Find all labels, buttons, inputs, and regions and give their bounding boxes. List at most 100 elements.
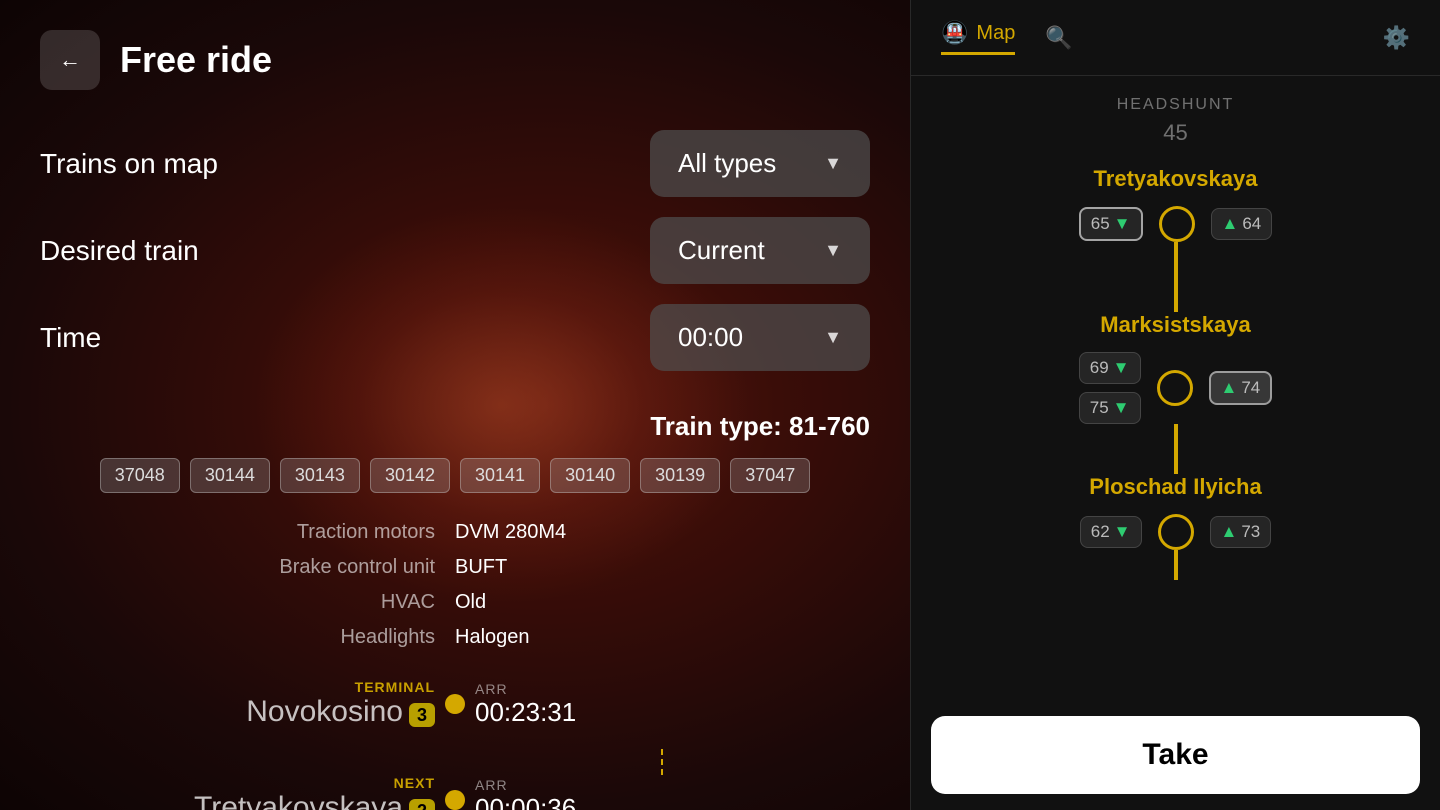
track-segment-3 [911, 550, 1440, 580]
train-74-num: 74 [1241, 378, 1260, 398]
map-icon: 🚇 [941, 20, 968, 46]
train-64-indicator[interactable]: ▲ 64 [1211, 208, 1273, 240]
schedule-item: TERMINAL Novokosino3 ARR 00:23:31 [40, 679, 870, 729]
back-button[interactable]: ← [40, 30, 100, 90]
train-75-num: 75 [1090, 398, 1109, 418]
schedule-type-label: TERMINAL [40, 679, 435, 695]
gear-icon: ⚙️ [1383, 25, 1410, 50]
schedule-station-name: Novokosino3 [40, 695, 435, 729]
station-tretyakovskaya-area: Tretyakovskaya 65 ▼ ▲ 64 [911, 166, 1440, 242]
spec-label: HVAC [120, 591, 455, 614]
schedule-meta: TERMINAL Novokosino3 [40, 679, 435, 729]
take-button-area: Take [911, 700, 1440, 810]
time-row: Time 00:00 ▼ [40, 304, 870, 371]
arrow-up-icon: ▲ [1221, 522, 1238, 542]
arrow-up-icon: ▲ [1222, 214, 1239, 234]
trains-on-map-value: All types [678, 148, 776, 179]
search-button[interactable]: 🔍 [1045, 25, 1072, 51]
train-65-indicator[interactable]: 65 ▼ [1079, 207, 1143, 241]
desired-train-dropdown[interactable]: Current ▼ [650, 217, 870, 284]
tab-map[interactable]: 🚇 Map [941, 20, 1015, 55]
headshunt-num: 45 [911, 120, 1440, 146]
schedule-station-name: Tretyakovskaya2 [40, 791, 435, 810]
right-panel: 🚇 Map 🔍 ⚙️ HEADSHUNT 45 Tretyakovskaya 6… [910, 0, 1440, 810]
station-marksistskaya-name: Marksistskaya [1100, 312, 1250, 338]
take-button[interactable]: Take [931, 716, 1420, 794]
station-marksistskaya-area: Marksistskaya 69 ▼ 75 ▼ ▲ 74 [911, 312, 1440, 424]
car-badge: 30142 [370, 458, 450, 493]
station-marksistskaya-circle [1157, 370, 1193, 406]
station-badge: 3 [409, 703, 435, 727]
desired-train-row: Desired train Current ▼ [40, 217, 870, 284]
train-75-indicator[interactable]: 75 ▼ [1079, 392, 1141, 424]
train-info: Train type: 81-760 370483014430143301423… [0, 411, 910, 649]
desired-train-label: Desired train [40, 235, 199, 267]
chevron-down-icon: ▼ [824, 153, 842, 174]
desired-train-value: Current [678, 235, 765, 266]
settings-rows: Trains on map All types ▼ Desired train … [0, 120, 910, 401]
trains-on-map-label: Trains on map [40, 148, 218, 180]
train-73-indicator[interactable]: ▲ 73 [1210, 516, 1272, 548]
car-numbers: 37048 30144 30143 30142 30141 30140 30139 37047 [40, 458, 870, 493]
arr-time: 00:23:31 [475, 697, 870, 728]
header: ← Free ride [0, 0, 910, 120]
train-65-num: 65 [1091, 214, 1110, 234]
car-badge: 37048 [100, 458, 180, 493]
car-badge: 30144 [190, 458, 270, 493]
spec-value: Old [455, 591, 790, 614]
car-badge: 37047 [730, 458, 810, 493]
schedule-type-label: NEXT [40, 775, 435, 791]
train-64-num: 64 [1242, 214, 1261, 234]
track-line-3 [1174, 550, 1178, 580]
car-badge: 30141 [460, 458, 540, 493]
spec-value: Halogen [455, 626, 790, 649]
schedule-item: NEXT Tretyakovskaya2 ARR 00:00:36 [40, 775, 870, 810]
page-title: Free ride [120, 39, 272, 81]
back-icon: ← [59, 47, 81, 73]
track-segment-2 [911, 424, 1440, 474]
train-62-indicator[interactable]: 62 ▼ [1080, 516, 1142, 548]
chevron-down-icon: ▼ [824, 240, 842, 261]
spec-label: Headlights [120, 626, 455, 649]
train-62-num: 62 [1091, 522, 1110, 542]
schedule-arr: ARR 00:00:36 [475, 777, 870, 810]
arr-time: 00:00:36 [475, 793, 870, 810]
train-69-num: 69 [1090, 358, 1109, 378]
car-badge: 30143 [280, 458, 360, 493]
spec-label: Traction motors [120, 521, 455, 544]
track-line-1 [1174, 242, 1178, 312]
trains-on-map-dropdown[interactable]: All types ▼ [650, 130, 870, 197]
settings-button[interactable]: ⚙️ [1383, 25, 1410, 51]
car-badge: 30139 [640, 458, 720, 493]
train-69-indicator[interactable]: 69 ▼ [1079, 352, 1141, 384]
train-73-num: 73 [1241, 522, 1260, 542]
arrow-down-icon: ▼ [1113, 358, 1130, 378]
specs-grid: Traction motorsDVM 280M4Brake control un… [40, 521, 870, 649]
car-badge: 30140 [550, 458, 630, 493]
map-content: HEADSHUNT 45 Tretyakovskaya 65 ▼ ▲ 64 [911, 76, 1440, 700]
station-ploschad-circle [1158, 514, 1194, 550]
time-label: Time [40, 322, 101, 354]
schedule-dot [445, 694, 465, 714]
spec-label: Brake control unit [120, 556, 455, 579]
nav-tabs: 🚇 Map 🔍 [941, 20, 1073, 55]
headshunt-label: HEADSHUNT [911, 96, 1440, 114]
arr-label: ARR [475, 777, 870, 793]
track-line-2 [1174, 424, 1178, 474]
time-value: 00:00 [678, 322, 743, 353]
spec-value: BUFT [455, 556, 790, 579]
schedule-section: TERMINAL Novokosino3 ARR 00:23:31 NEXT T… [0, 679, 910, 810]
station-ploschad-name: Ploschad Ilyicha [1089, 474, 1261, 500]
arrow-down-icon: ▼ [1114, 522, 1131, 542]
trains-on-map-row: Trains on map All types ▼ [40, 130, 870, 197]
station-tretyakovskaya-circle [1159, 206, 1195, 242]
arr-label: ARR [475, 681, 870, 697]
search-icon: 🔍 [1045, 25, 1072, 50]
track-segment-1 [911, 242, 1440, 312]
schedule-meta: NEXT Tretyakovskaya2 [40, 775, 435, 810]
train-type-label: Train type: 81-760 [40, 411, 870, 442]
train-74-indicator[interactable]: ▲ 74 [1209, 371, 1273, 405]
schedule-arr: ARR 00:23:31 [475, 681, 870, 728]
arrow-down-icon: ▼ [1113, 398, 1130, 418]
time-dropdown[interactable]: 00:00 ▼ [650, 304, 870, 371]
